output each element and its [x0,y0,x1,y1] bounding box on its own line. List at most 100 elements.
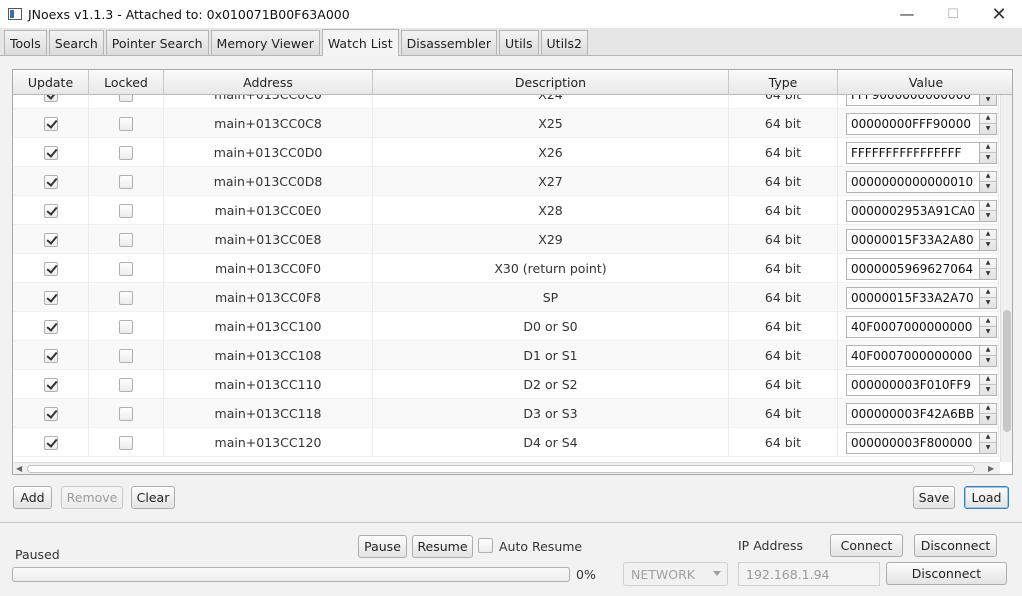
resume-button[interactable]: Resume [412,535,473,558]
locked-checkbox[interactable] [119,406,133,421]
type-cell[interactable]: 64 bit [729,109,838,138]
value-spinner[interactable]: 00000000FFF90000 ▲ ▼ [846,112,997,135]
value-spinner-buttons[interactable]: ▲▼ [980,170,997,193]
tab-tools[interactable]: Tools [4,30,47,55]
save-button[interactable]: Save [913,486,955,509]
spin-down-icon[interactable]: ▼ [980,95,996,105]
description-cell[interactable]: X27 [373,167,729,196]
update-checkbox[interactable] [43,203,58,218]
locked-checkbox[interactable] [119,377,133,392]
value-spinner-buttons[interactable]: ▲▼ [980,199,997,222]
address-cell[interactable]: main+013CC0D0 [164,138,373,167]
locked-checkbox[interactable] [119,203,133,218]
spin-up-icon[interactable]: ▲ [980,346,996,356]
type-cell[interactable]: 64 bit [729,399,838,428]
vertical-scrollbar[interactable] [1000,95,1012,462]
update-checkbox[interactable] [43,348,58,363]
locked-checkbox[interactable] [119,232,133,247]
value-spinner[interactable]: 000000003F800000 ▲ ▼ [846,431,997,454]
tab-memory-viewer[interactable]: Memory Viewer [210,30,320,55]
locked-checkbox[interactable] [119,116,133,131]
value-input[interactable]: 000000003F42A6BB [846,402,980,425]
auto-resume-checkbox[interactable] [478,538,493,553]
description-cell[interactable]: D2 or S2 [373,370,729,399]
type-cell[interactable]: 64 bit [729,254,838,283]
update-checkbox[interactable] [43,232,58,247]
spin-up-icon[interactable]: ▲ [980,375,996,385]
type-cell[interactable]: 64 bit [729,283,838,312]
table-row[interactable]: main+013CC0F0 X30 (return point) 64 bit 000… [13,254,999,283]
value-spinner[interactable]: 000000003F010FF9 ▲ ▼ [846,373,997,396]
spin-up-icon[interactable]: ▲ [980,288,996,298]
scroll-right-icon[interactable]: ▶ [988,464,994,473]
type-cell[interactable]: 64 bit [729,167,838,196]
type-cell[interactable]: 64 bit [729,312,838,341]
spin-down-icon[interactable]: ▼ [980,269,996,279]
column-header-type[interactable]: Type [729,70,838,95]
add-button[interactable]: Add [13,486,52,509]
load-button[interactable]: Load [964,486,1009,509]
value-spinner[interactable]: 0000002953A91CA0 ▲ ▼ [846,199,997,222]
spin-down-icon[interactable]: ▼ [980,124,996,134]
minimize-icon[interactable]: — [884,0,930,28]
spin-down-icon[interactable]: ▼ [980,356,996,366]
update-checkbox[interactable] [43,116,58,131]
tab-disassembler[interactable]: Disassembler [400,30,498,55]
spin-down-icon[interactable]: ▼ [980,211,996,221]
spin-down-icon[interactable]: ▼ [980,182,996,192]
spin-up-icon[interactable]: ▲ [980,259,996,269]
description-cell[interactable]: X26 [373,138,729,167]
type-cell[interactable]: 64 bit [729,428,838,457]
tab-utils[interactable]: Utils [499,30,539,55]
spin-up-icon[interactable]: ▲ [980,143,996,153]
table-row[interactable]: main+013CC0C0X2464 bit FFF9000000000000▲▼ [13,95,999,109]
address-cell[interactable]: main+013CC100 [164,312,373,341]
update-checkbox[interactable] [43,290,58,305]
value-spinner[interactable]: 000000003F42A6BB ▲ ▼ [846,402,997,425]
spin-down-icon[interactable]: ▼ [980,153,996,163]
description-cell[interactable]: D1 or S1 [373,341,729,370]
tab-search[interactable]: Search [48,30,104,55]
table-row[interactable]: main+013CC0C8 X25 64 bit 00000000FFF90000 ▲ ▼ [13,109,999,138]
value-spinner-buttons[interactable]: ▲▼ [980,315,997,338]
address-cell[interactable]: main+013CC108 [164,341,373,370]
maximize-icon[interactable]: ☐ [930,0,976,28]
disconnect-button-top[interactable]: Disconnect [914,534,997,557]
locked-checkbox[interactable] [119,261,133,276]
column-header-address[interactable]: Address [164,70,373,95]
description-cell[interactable]: D0 or S0 [373,312,729,341]
value-input[interactable]: 00000015F33A2A70 [846,286,980,309]
address-cell[interactable]: main+013CC120 [164,428,373,457]
value-input[interactable]: 000000003F800000 [846,431,980,454]
vertical-scroll-thumb[interactable] [1003,310,1011,432]
scroll-left-icon[interactable]: ◀ [16,464,22,473]
update-checkbox[interactable] [43,95,58,102]
column-header-locked[interactable]: Locked [89,70,164,95]
value-spinner-buttons[interactable]: ▲▼ [980,257,997,280]
spin-up-icon[interactable]: ▲ [980,201,996,211]
table-row[interactable]: main+013CC0D0 X26 64 bit FFFFFFFFFFFFFFFF ▲ ▼ [13,138,999,167]
value-input[interactable]: FFFFFFFFFFFFFFFF [846,141,980,164]
table-row[interactable]: main+013CC0E8 X29 64 bit 00000015F33A2A80 ▲ ▼ [13,225,999,254]
address-cell[interactable]: main+013CC0E8 [164,225,373,254]
update-checkbox[interactable] [43,319,58,334]
spin-down-icon[interactable]: ▼ [980,443,996,453]
update-checkbox[interactable] [43,261,58,276]
spin-up-icon[interactable]: ▲ [980,404,996,414]
address-cell[interactable]: main+013CC0E0 [164,196,373,225]
type-cell[interactable]: 64 bit [729,95,838,109]
value-spinner-buttons[interactable]: ▲▼ [980,95,997,106]
spin-down-icon[interactable]: ▼ [980,298,996,308]
type-cell[interactable]: 64 bit [729,196,838,225]
locked-checkbox[interactable] [119,435,133,450]
table-row[interactable]: main+013CC0E0 X28 64 bit 0000002953A91CA0 ▲ ▼ [13,196,999,225]
spin-down-icon[interactable]: ▼ [980,240,996,250]
description-cell[interactable]: X25 [373,109,729,138]
type-cell[interactable]: 64 bit [729,138,838,167]
value-input[interactable]: 40F0007000000000 [846,315,980,338]
spin-down-icon[interactable]: ▼ [980,385,996,395]
table-row[interactable]: main+013CC100 D0 or S0 64 bit 40F0007000000… [13,312,999,341]
description-cell[interactable]: X29 [373,225,729,254]
tab-utils2[interactable]: Utils2 [540,30,588,55]
update-checkbox[interactable] [43,435,58,450]
